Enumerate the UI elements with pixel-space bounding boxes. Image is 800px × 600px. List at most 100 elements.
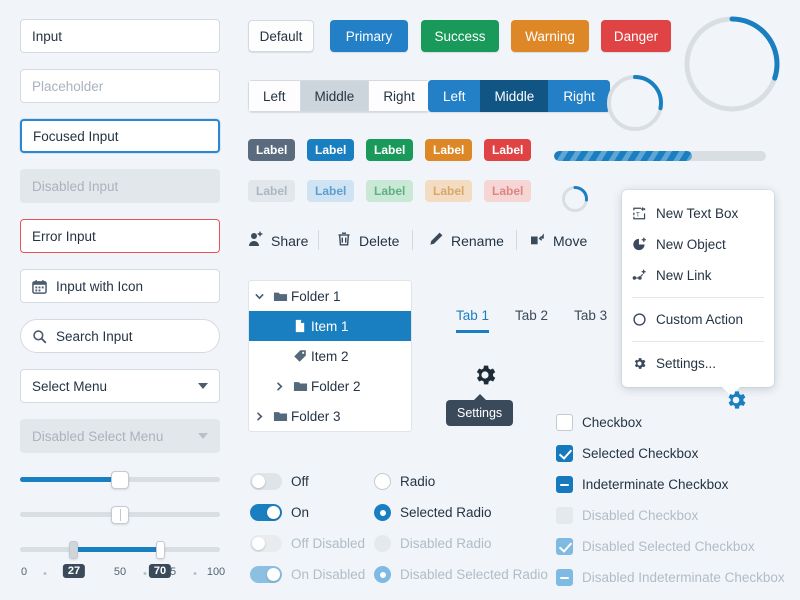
segment-right[interactable]: Right <box>548 80 610 112</box>
menu-item-new-text-box[interactable]: T New Text Box <box>622 198 774 229</box>
tree-row-folder-2[interactable]: Folder 2 <box>249 371 411 401</box>
segmented-control-primary[interactable]: Left Middle Right <box>428 80 610 112</box>
menu-trigger-gear-icon[interactable] <box>724 388 748 415</box>
checkbox-unchecked[interactable]: Checkbox <box>556 414 642 431</box>
focused-input[interactable]: Focused Input <box>20 119 220 153</box>
toggle-switch[interactable] <box>250 504 282 521</box>
radio-label: Selected Radio <box>400 505 492 520</box>
menu-item-new-link[interactable]: New Link <box>622 260 774 291</box>
chevron-right-icon[interactable] <box>249 411 269 422</box>
segment-left[interactable]: Left <box>248 80 300 112</box>
placeholder-input[interactable]: Placeholder <box>20 69 220 103</box>
calendar-icon <box>32 279 47 294</box>
segmented-control-default[interactable]: Left Middle Right <box>248 80 430 112</box>
menu-item-custom-action[interactable]: Custom Action <box>622 304 774 335</box>
text-input[interactable]: Input <box>20 19 220 53</box>
button-success[interactable]: Success <box>421 20 499 52</box>
radio-button[interactable] <box>374 504 391 521</box>
error-input-value: Error Input <box>32 228 96 244</box>
gear-icon[interactable] <box>472 362 498 391</box>
radio-selected[interactable]: Selected Radio <box>374 504 492 521</box>
chevron-down-icon <box>198 383 208 389</box>
tree-row-folder-3[interactable]: Folder 3 <box>249 401 411 431</box>
radio-unselected[interactable]: Radio <box>374 473 435 490</box>
tree-row-item-2[interactable]: Item 2 <box>249 341 411 371</box>
chevron-down-icon[interactable] <box>249 291 269 302</box>
toggle-off[interactable]: Off <box>250 473 309 490</box>
badge-success-soft: Label <box>366 180 414 202</box>
slider-handle-high[interactable] <box>156 541 165 559</box>
button-default[interactable]: Default <box>248 20 314 52</box>
segment-middle[interactable]: Middle <box>299 80 369 112</box>
radio-disabled-selected: Disabled Selected Radio <box>374 566 548 583</box>
search-icon <box>32 329 47 344</box>
button-label: Warning <box>525 28 575 44</box>
checkbox-label: Indeterminate Checkbox <box>582 477 729 492</box>
menu-item-settings[interactable]: Settings... <box>622 348 774 379</box>
toolbar-divider <box>318 230 319 250</box>
toggle-switch <box>250 566 282 583</box>
toolbar-divider <box>412 230 413 250</box>
slider-handle-low[interactable] <box>69 541 78 559</box>
small-progress-circle <box>562 186 588 212</box>
slider-single[interactable] <box>20 471 220 489</box>
folder-icon <box>269 409 291 424</box>
slider-range[interactable] <box>20 541 220 559</box>
radio-label: Radio <box>400 474 436 489</box>
select-menu[interactable]: Select Menu <box>20 369 220 403</box>
search-input[interactable]: Search Input <box>20 319 220 353</box>
checkbox-checked[interactable]: Selected Checkbox <box>556 445 698 462</box>
button-warning[interactable]: Warning <box>511 20 589 52</box>
button-danger[interactable]: Danger <box>601 20 671 52</box>
menu-divider <box>632 297 764 298</box>
menu-item-label: Settings... <box>656 356 717 371</box>
select-menu-value: Select Menu <box>32 378 108 394</box>
context-menu[interactable]: T New Text Box New Object New Link Custo… <box>622 190 774 396</box>
tab-2[interactable]: Tab 2 <box>515 308 548 333</box>
checkbox[interactable] <box>556 445 573 462</box>
chevron-right-icon[interactable] <box>269 381 289 392</box>
badge-primary: Label <box>307 139 355 161</box>
toolbar-move-button[interactable]: Move <box>530 231 587 250</box>
axis-tick-label: 50 <box>113 566 127 578</box>
ui-kit-canvas: Input Placeholder Focused Input Disabled… <box>0 0 800 600</box>
tree-view[interactable]: Folder 1 Item 1 Item 2 Folder 2 Folder 3 <box>248 280 412 432</box>
button-label: Primary <box>345 28 393 44</box>
toggle-label: On Disabled <box>291 567 366 582</box>
segment-middle[interactable]: Middle <box>479 80 549 112</box>
input-with-icon[interactable]: Input with Icon <box>20 269 220 303</box>
error-input[interactable]: Error Input <box>20 219 220 253</box>
toolbar-rename-button[interactable]: Rename <box>428 231 504 250</box>
toggle-on[interactable]: On <box>250 504 309 521</box>
tree-row-label: Item 1 <box>311 318 349 334</box>
focused-input-value: Focused Input <box>33 128 119 144</box>
axis-minor-tick <box>193 572 197 575</box>
tooltip-text: Settings <box>457 406 503 420</box>
toggle-switch[interactable] <box>250 473 282 490</box>
button-label: Default <box>259 28 303 44</box>
checkbox-indeterminate[interactable]: Indeterminate Checkbox <box>556 476 728 493</box>
slider-empty[interactable] <box>20 506 220 524</box>
tree-row-label: Item 2 <box>311 348 349 364</box>
button-primary[interactable]: Primary <box>330 20 408 52</box>
tab-1[interactable]: Tab 1 <box>456 308 490 333</box>
segment-left[interactable]: Left <box>428 80 480 112</box>
toolbar-share-button[interactable]: Share <box>248 231 308 250</box>
disabled-select-menu: Disabled Select Menu <box>20 419 220 453</box>
tree-row-folder-1[interactable]: Folder 1 <box>249 281 411 311</box>
radio-button[interactable] <box>374 473 391 490</box>
menu-item-label: New Link <box>656 268 712 283</box>
tree-row-item-1[interactable]: Item 1 <box>249 311 411 341</box>
tab-bar[interactable]: Tab 1 Tab 2 Tab 3 <box>456 308 607 333</box>
checkbox[interactable] <box>556 476 573 493</box>
tab-3[interactable]: Tab 3 <box>574 308 607 333</box>
menu-item-new-object[interactable]: New Object <box>622 229 774 260</box>
circle-icon <box>632 312 656 327</box>
toolbar-delete-button[interactable]: Delete <box>336 231 399 250</box>
slider-handle[interactable] <box>111 506 129 524</box>
slider-handle[interactable] <box>111 471 129 489</box>
badge-secondary: Label <box>248 139 296 161</box>
segment-right[interactable]: Right <box>368 80 430 112</box>
toggle-on-disabled: On Disabled <box>250 566 365 583</box>
checkbox[interactable] <box>556 414 573 431</box>
